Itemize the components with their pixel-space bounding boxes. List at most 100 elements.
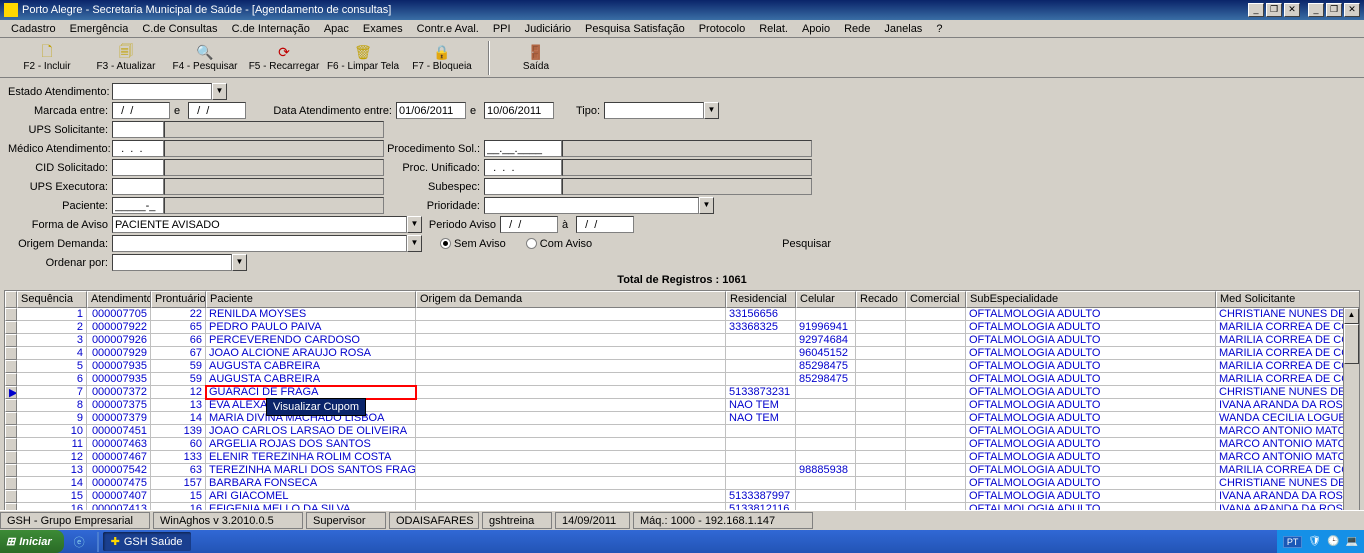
grid-cell[interactable]: [416, 334, 726, 347]
grid-cell[interactable]: 6: [17, 373, 87, 386]
column-header-comercial[interactable]: Comercial: [906, 291, 966, 308]
menu-item-emergncia[interactable]: Emergência: [63, 22, 136, 36]
menu-item-cdeinternao[interactable]: C.de Internação: [225, 22, 317, 36]
grid-cell[interactable]: 000007379: [87, 412, 151, 425]
grid-cell[interactable]: 14: [151, 412, 206, 425]
sem-aviso-radio[interactable]: Sem Aviso: [440, 238, 506, 250]
grid-cell[interactable]: OFTALMOLOGIA ADULTO: [966, 412, 1216, 425]
grid-cell[interactable]: 10: [17, 425, 87, 438]
grid-cell[interactable]: OFTALMOLOGIA ADULTO: [966, 386, 1216, 399]
grid-cell[interactable]: [906, 451, 966, 464]
grid-cell[interactable]: OFTALMOLOGIA ADULTO: [966, 360, 1216, 373]
proc-unif-code-input[interactable]: [484, 159, 562, 176]
tray-shield-icon[interactable]: 🛡: [1308, 536, 1321, 547]
estado-dropdown-icon[interactable]: ▼: [212, 83, 227, 100]
prioridade-input[interactable]: [484, 197, 699, 214]
grid-cell[interactable]: MARILIA CORREA DE CORRE: [1216, 373, 1360, 386]
row-marker[interactable]: [5, 373, 17, 386]
grid-cell[interactable]: [856, 347, 906, 360]
row-marker[interactable]: [5, 347, 17, 360]
menu-item-ppi[interactable]: PPI: [486, 22, 518, 36]
row-marker[interactable]: [5, 334, 17, 347]
grid-cell[interactable]: [726, 425, 796, 438]
data-de-input[interactable]: [396, 102, 466, 119]
grid-cell[interactable]: [796, 438, 856, 451]
grid-cell[interactable]: 33156656: [726, 308, 796, 321]
grid-cell[interactable]: 000007463: [87, 438, 151, 451]
grid-cell[interactable]: [906, 360, 966, 373]
grid-cell[interactable]: 000007929: [87, 347, 151, 360]
cid-code-input[interactable]: [112, 159, 164, 176]
grid-cell[interactable]: 63: [151, 464, 206, 477]
grid-cell[interactable]: 9: [17, 412, 87, 425]
menu-item-relat[interactable]: Relat.: [752, 22, 795, 36]
grid-cell[interactable]: [416, 386, 726, 399]
menu-item-exames[interactable]: Exames: [356, 22, 410, 36]
f7-bloqueia-button[interactable]: 🔒F7 - Bloqueia: [403, 40, 481, 76]
grid-cell[interactable]: ELENIR TEREZINHA ROLIM COSTA: [206, 451, 416, 464]
grid-cell[interactable]: 000007705: [87, 308, 151, 321]
row-marker[interactable]: [5, 438, 17, 451]
medico-code-input[interactable]: [112, 140, 164, 157]
grid-cell[interactable]: [416, 321, 726, 334]
grid-cell[interactable]: 65: [151, 321, 206, 334]
grid-cell[interactable]: [726, 334, 796, 347]
grid-cell[interactable]: IVANA ARANDA DA ROSA: [1216, 399, 1360, 412]
column-header-atendimento[interactable]: Atendimento: [87, 291, 151, 308]
grid-cell[interactable]: [906, 438, 966, 451]
grid-cell[interactable]: MARILIA CORREA DE CORRE: [1216, 347, 1360, 360]
menu-item-cadastro[interactable]: Cadastro: [4, 22, 63, 36]
menu-item-protocolo[interactable]: Protocolo: [692, 22, 752, 36]
grid-cell[interactable]: TEREZINHA MARLI DOS SANTOS FRAGA: [206, 464, 416, 477]
grid-cell[interactable]: [726, 347, 796, 360]
grid-cell[interactable]: OFTALMOLOGIA ADULTO: [966, 451, 1216, 464]
grid-cell[interactable]: [906, 490, 966, 503]
grid-cell[interactable]: AUGUSTA CABREIRA: [206, 373, 416, 386]
grid-cell[interactable]: OFTALMOLOGIA ADULTO: [966, 399, 1216, 412]
restore-button[interactable]: ❐: [1326, 3, 1342, 17]
grid-cell[interactable]: MARILIA CORREA DE CORRE: [1216, 464, 1360, 477]
grid-cell[interactable]: 92974684: [796, 334, 856, 347]
scroll-up-icon[interactable]: ▲: [1344, 308, 1359, 324]
grid-cell[interactable]: 000007935: [87, 360, 151, 373]
ups-exec-code-input[interactable]: [112, 178, 164, 195]
column-header-subespecialidade[interactable]: SubEspecialidade: [966, 291, 1216, 308]
grid-cell[interactable]: [726, 451, 796, 464]
grid-cell[interactable]: [856, 334, 906, 347]
column-header-origemdademanda[interactable]: Origem da Demanda: [416, 291, 726, 308]
data-ate-input[interactable]: [484, 102, 554, 119]
grid-cell[interactable]: 96045152: [796, 347, 856, 360]
grid-cell[interactable]: [796, 451, 856, 464]
grid-cell[interactable]: 85298475: [796, 360, 856, 373]
grid-cell[interactable]: NAO TEM: [726, 412, 796, 425]
grid-cell[interactable]: OFTALMOLOGIA ADULTO: [966, 425, 1216, 438]
grid-cell[interactable]: 2: [17, 321, 87, 334]
grid-cell[interactable]: [416, 399, 726, 412]
grid-cell[interactable]: [856, 464, 906, 477]
f4-pesquisar-button[interactable]: 🔍F4 - Pesquisar: [166, 40, 244, 76]
grid-cell[interactable]: 66: [151, 334, 206, 347]
periodo-ate-input[interactable]: [576, 216, 634, 233]
row-marker[interactable]: [5, 360, 17, 373]
inner-restore-button[interactable]: ❐: [1266, 3, 1282, 17]
grid-cell[interactable]: [856, 490, 906, 503]
grid-cell[interactable]: 14: [17, 477, 87, 490]
grid-cell[interactable]: [906, 373, 966, 386]
ordenar-input[interactable]: [112, 254, 232, 271]
saida-button[interactable]: 🚪Saída: [497, 40, 575, 76]
grid-cell[interactable]: CHRISTIANE NUNES DE FRE: [1216, 386, 1360, 399]
grid-cell[interactable]: [796, 308, 856, 321]
grid-cell[interactable]: [796, 386, 856, 399]
grid-cell[interactable]: 000007926: [87, 334, 151, 347]
grid-cell[interactable]: [856, 360, 906, 373]
grid-cell[interactable]: 157: [151, 477, 206, 490]
grid-cell[interactable]: 4: [17, 347, 87, 360]
grid-cell[interactable]: AUGUSTA CABREIRA: [206, 360, 416, 373]
grid-cell[interactable]: [856, 399, 906, 412]
grid-cell[interactable]: CHRISTIANE NUNES DE FRE: [1216, 477, 1360, 490]
grid-cell[interactable]: MARCO ANTONIO MATOS DE: [1216, 438, 1360, 451]
f3-atualizar-button[interactable]: 🗐F3 - Atualizar: [87, 40, 165, 76]
grid-cell[interactable]: 15: [151, 490, 206, 503]
proc-sol-code-input[interactable]: [484, 140, 562, 157]
grid-cell[interactable]: [726, 438, 796, 451]
